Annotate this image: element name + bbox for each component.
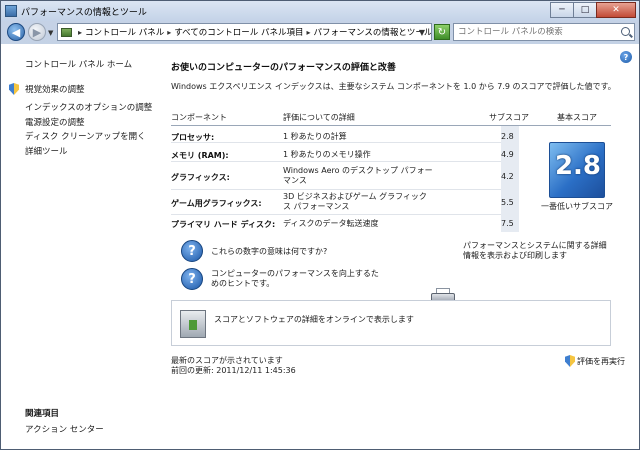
link-online-details[interactable]: スコアとソフトウェアの詳細をオンラインで表示します: [214, 314, 414, 325]
title-bar[interactable]: パフォーマンスの情報とツール ─ □ ✕: [1, 1, 639, 21]
sidebar-home-link[interactable]: コントロール パネル ホーム: [25, 58, 132, 70]
header-subscore: サブスコア: [489, 113, 529, 122]
row-divider: [171, 161, 501, 162]
score-table: コンポーネント 評価についての詳細 サブスコア 基本スコア プロセッサ: 1 秒…: [171, 112, 613, 233]
component-detail: 3D ビジネスおよびゲーム グラフィックス パフォーマンス: [283, 192, 427, 211]
breadcrumb-all-items[interactable]: すべてのコントロール パネル項目: [174, 26, 303, 38]
component-detail: 1 秒あたりの計算: [283, 132, 347, 141]
subscore-value: 4.9: [501, 150, 514, 159]
app-icon: [5, 5, 17, 17]
related-link-action-center[interactable]: アクション センター: [25, 423, 104, 435]
breadcrumb-control-panel[interactable]: コントロール パネル: [85, 26, 164, 38]
sidebar: コントロール パネル ホーム 視覚効果の調整 インデックスのオプションの調整 電…: [1, 44, 165, 449]
search-input[interactable]: [458, 27, 608, 37]
refresh-button[interactable]: ↻: [434, 24, 450, 40]
search-box[interactable]: [453, 23, 635, 41]
header-divider: [171, 125, 611, 126]
rerun-label[interactable]: 評価を再実行: [577, 356, 625, 367]
main-panel: お使いのコンピューターのパフォーマンスの評価と改善 Windows エクスペリエ…: [171, 44, 625, 449]
subscore-value: 2.8: [501, 132, 514, 141]
component-detail: ディスクのデータ転送速度: [283, 219, 379, 228]
sidebar-item-indexing[interactable]: インデックスのオプションの調整: [25, 101, 152, 113]
sidebar-item-power[interactable]: 電源設定の調整: [25, 116, 85, 128]
base-score-badge: 2.8: [549, 142, 605, 198]
component-detail: Windows Aero のデスクトップ パフォーマンス: [283, 166, 433, 185]
link-score-meaning[interactable]: これらの数字の意味は何ですか?: [211, 246, 327, 257]
row-divider: [171, 189, 501, 190]
subscore-value: 4.2: [501, 172, 514, 181]
forward-button[interactable]: ▶: [28, 23, 46, 41]
link-improve-tips[interactable]: コンピューターのパフォーマンスを向上するためのヒントです。: [211, 269, 381, 289]
component-name: プライマリ ハード ディスク:: [171, 220, 276, 229]
component-name: メモリ (RAM):: [171, 151, 229, 160]
software-package-icon: [180, 310, 206, 338]
subscore-value: 7.5: [501, 219, 514, 228]
history-dropdown-icon[interactable]: ▼: [48, 29, 53, 37]
header-base-score: 基本スコア: [557, 113, 597, 122]
sidebar-item-disk-cleanup[interactable]: ディスク クリーンアップを開く: [25, 130, 146, 142]
navigation-bar: ◀ ▶ ▼ ▸ コントロール パネル ▸ すべてのコントロール パネル項目 ▸ …: [1, 21, 639, 43]
arrow-right-icon: ▶: [32, 25, 42, 39]
component-name: ゲーム用グラフィックス:: [171, 199, 262, 208]
refresh-icon: ↻: [437, 26, 447, 38]
maximize-button[interactable]: □: [573, 2, 597, 18]
subscore-value: 5.5: [501, 198, 514, 207]
control-panel-icon: [61, 27, 72, 37]
arrow-left-icon: ◀: [11, 25, 21, 39]
window-controls: ─ □ ✕: [550, 2, 636, 18]
window: パフォーマンスの情報とツール ─ □ ✕ ◀ ▶ ▼ ▸ コントロール パネル …: [0, 0, 640, 450]
sidebar-item-advanced-tools[interactable]: 詳細ツール: [25, 145, 68, 157]
chevron-right-icon[interactable]: ▸: [307, 28, 311, 37]
page-title: お使いのコンピューターのパフォーマンスの評価と改善: [171, 63, 396, 73]
status-last-update: 前回の更新: 2011/12/11 1:45:36: [171, 366, 296, 375]
search-icon[interactable]: [621, 27, 630, 36]
component-detail: 1 秒あたりのメモリ操作: [283, 150, 371, 159]
content-area: コントロール パネル ホーム 視覚効果の調整 インデックスのオプションの調整 電…: [1, 44, 639, 449]
uac-shield-icon: [565, 355, 575, 367]
online-details-box[interactable]: スコアとソフトウェアの詳細をオンラインで表示します: [171, 300, 611, 346]
close-button[interactable]: ✕: [596, 2, 636, 18]
address-dropdown-icon[interactable]: ▼: [414, 24, 430, 40]
row-divider: [171, 142, 501, 143]
header-detail: 評価についての詳細: [283, 113, 355, 122]
back-button[interactable]: ◀: [7, 23, 25, 41]
address-bar[interactable]: ▸ コントロール パネル ▸ すべてのコントロール パネル項目 ▸ パフォーマン…: [57, 23, 432, 41]
chevron-right-icon[interactable]: ▸: [167, 28, 171, 37]
help-icon[interactable]: ?: [620, 51, 632, 63]
base-score-value: 2.8: [554, 151, 602, 181]
row-divider: [171, 214, 501, 215]
intro-text: Windows エクスペリエンス インデックスは、主要なシステム コンポーネント…: [171, 82, 616, 91]
help-question-icon: ?: [181, 240, 203, 262]
sidebar-item-visual-effects[interactable]: 視覚効果の調整: [25, 83, 85, 95]
rerun-assessment-button[interactable]: 評価を再実行: [565, 355, 625, 367]
base-score-caption: 一番低いサブスコア: [541, 202, 613, 211]
window-title: パフォーマンスの情報とツール: [21, 8, 147, 18]
header-component: コンポーネント: [171, 113, 227, 122]
component-name: グラフィックス:: [171, 173, 230, 182]
link-print-details[interactable]: パフォーマンスとシステムに関する詳細情報を表示および印刷します: [463, 241, 611, 261]
help-question-icon: ?: [181, 268, 203, 290]
chevron-right-icon[interactable]: ▸: [78, 28, 82, 37]
related-heading: 関連項目: [25, 409, 60, 419]
uac-shield-icon: [9, 83, 19, 95]
minimize-button[interactable]: ─: [550, 2, 574, 18]
